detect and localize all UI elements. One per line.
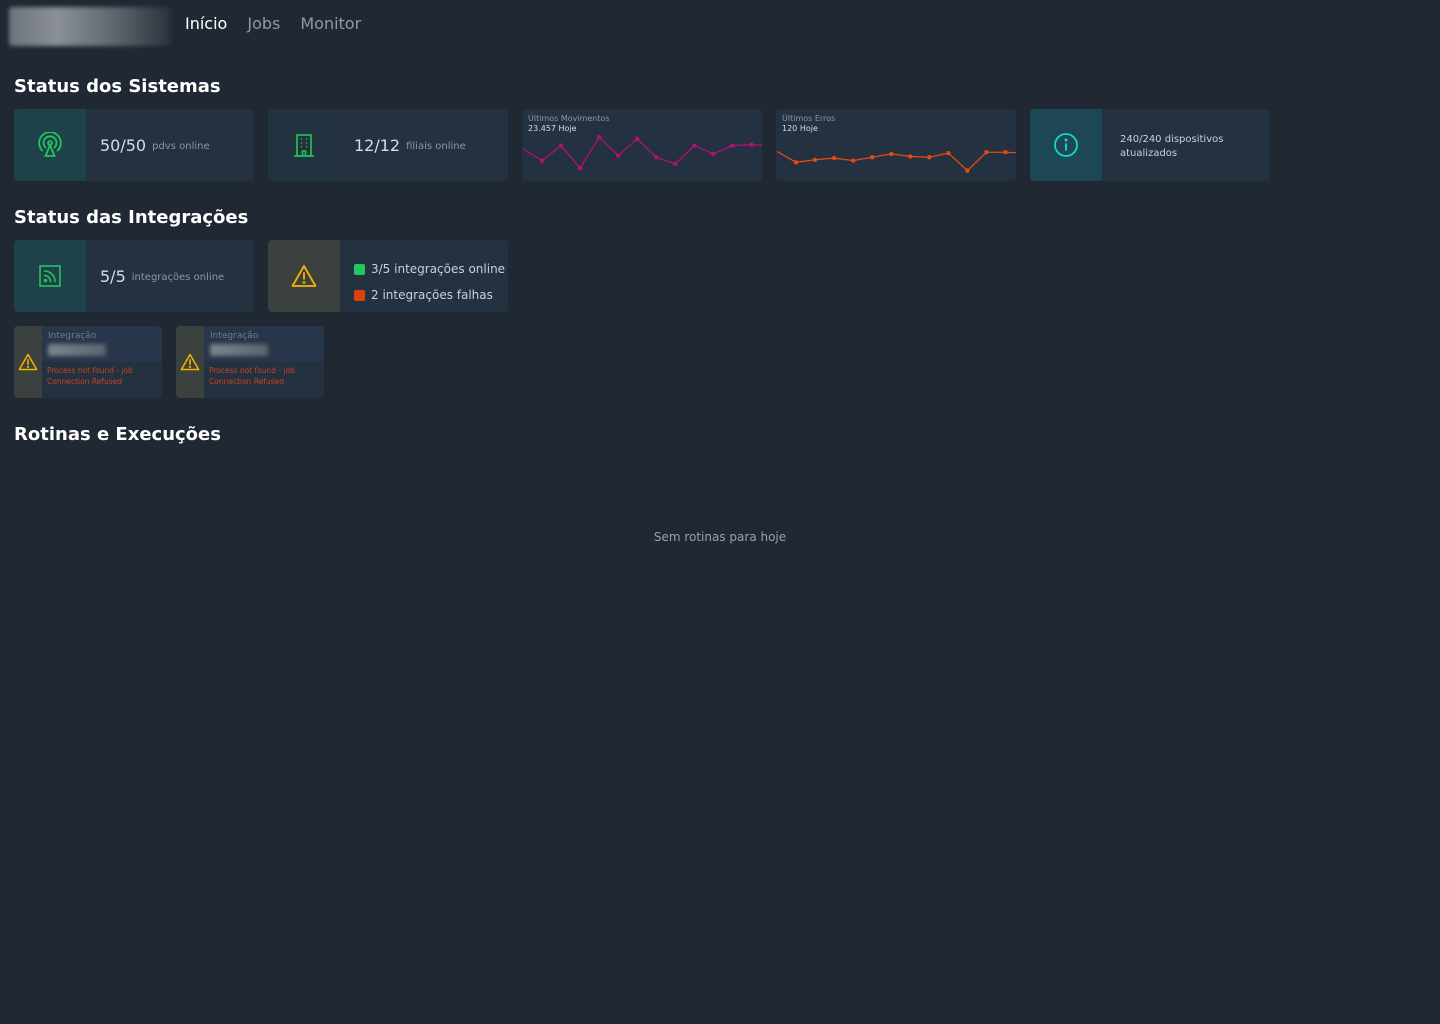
data-point[interactable]	[984, 150, 989, 155]
data-point[interactable]	[635, 136, 640, 142]
data-point[interactable]	[850, 158, 856, 163]
nav-item-monitor[interactable]: Monitor	[300, 14, 361, 34]
data-point[interactable]	[596, 134, 602, 140]
data-point[interactable]	[793, 160, 799, 165]
card-movimentos-chart[interactable]: Últimos Movimentos 23.457 Hoje	[522, 109, 762, 181]
rotinas-empty-message: Sem rotinas para hoje	[653, 530, 787, 544]
legend-item-falhas: 2 integrações falhas	[354, 282, 505, 308]
filiais-label: filiais online	[406, 141, 466, 152]
card-dispositivos[interactable]: 240/240 dispositivos atualizados	[1030, 109, 1270, 181]
series-line	[522, 136, 762, 170]
data-point[interactable]	[558, 143, 564, 148]
pdvs-value: 50/50	[100, 135, 147, 155]
legend-swatch-falhas	[354, 289, 365, 301]
data-point[interactable]	[889, 151, 894, 157]
integracao-errors: Process not found - job Connection Refus…	[47, 365, 133, 387]
filiais-value: 12/12	[354, 135, 401, 155]
error-message: Connection Refused	[47, 377, 122, 386]
data-point[interactable]	[749, 142, 754, 147]
rss-icon	[14, 240, 86, 312]
data-point[interactable]	[539, 158, 545, 163]
movimentos-title: Últimos Movimentos	[528, 114, 610, 123]
data-point[interactable]	[812, 157, 818, 162]
info-icon	[1030, 109, 1102, 181]
main-nav: Início Jobs Monitor	[185, 14, 361, 34]
data-point[interactable]	[711, 151, 716, 157]
card-integracoes-online[interactable]: 5/5 integrações online	[14, 240, 254, 312]
series-line	[776, 150, 1016, 172]
building-icon	[268, 109, 340, 181]
nav-item-inicio[interactable]: Início	[185, 14, 227, 34]
dispositivos-text: 240/240 dispositivos atualizados	[1120, 134, 1224, 159]
integracoes-legend: 3/5 integrações online 2 integrações fal…	[354, 256, 505, 308]
data-point[interactable]	[692, 143, 697, 148]
data-point[interactable]	[965, 168, 970, 173]
top-bar: Início Jobs Monitor	[0, 0, 1440, 50]
card-pdvs[interactable]: 50/50 pdvs online	[14, 109, 254, 181]
error-message: Process not found - job	[209, 366, 295, 375]
legend-swatch-online	[354, 263, 365, 275]
integracao-errors: Process not found - job Connection Refus…	[209, 365, 295, 387]
card-filiais[interactable]: 12/12 filiais online	[268, 109, 508, 181]
legend-label-falhas: 2 integrações falhas	[371, 288, 493, 302]
erros-title: Últimos Erros	[782, 114, 836, 123]
error-message: Process not found - job	[47, 366, 133, 375]
integracoes-label: integrações online	[131, 272, 225, 283]
section-title-sistemas: Status dos Sistemas	[14, 76, 221, 97]
data-point[interactable]	[616, 153, 621, 158]
movimentos-subtitle: 23.457 Hoje	[528, 124, 577, 133]
section-title-rotinas: Rotinas e Execuções	[14, 424, 221, 445]
integracao-name-redacted	[48, 344, 106, 356]
integracao-name-redacted	[210, 344, 268, 356]
integracao-falha-card[interactable]: Integração Process not found - job Conne…	[14, 326, 162, 398]
warning-icon	[14, 326, 42, 398]
data-point[interactable]	[831, 155, 837, 161]
integracao-header: Integração	[204, 326, 324, 362]
data-point[interactable]	[927, 155, 932, 160]
data-point[interactable]	[730, 143, 735, 148]
error-message: Connection Refused	[209, 377, 284, 386]
data-point[interactable]	[870, 155, 875, 160]
legend-item-online: 3/5 integrações online	[354, 256, 505, 282]
legend-label-online: 3/5 integrações online	[371, 262, 506, 276]
data-point[interactable]	[654, 155, 659, 160]
nav-item-jobs[interactable]: Jobs	[247, 14, 280, 34]
pdvs-label: pdvs online	[152, 141, 210, 152]
integracao-label: Integração	[48, 331, 97, 341]
card-integracoes-status[interactable]: 3/5 integrações online 2 integrações fal…	[268, 240, 508, 312]
card-erros-chart[interactable]: Últimos Erros 120 Hoje	[776, 109, 1016, 181]
data-point[interactable]	[673, 161, 678, 167]
section-title-integracoes: Status das Integrações	[14, 207, 249, 228]
data-point[interactable]	[908, 154, 913, 159]
integracoes-value: 5/5	[100, 266, 126, 286]
warning-icon	[268, 240, 340, 312]
integracao-falha-card[interactable]: Integração Process not found - job Conne…	[176, 326, 324, 398]
data-point[interactable]	[946, 150, 951, 156]
data-point[interactable]	[1003, 150, 1008, 155]
erros-subtitle: 120 Hoje	[782, 124, 818, 133]
logo[interactable]	[9, 7, 171, 46]
data-point[interactable]	[577, 165, 583, 171]
integracao-header: Integração	[42, 326, 162, 362]
warning-icon	[176, 326, 204, 398]
wifi-tower-icon	[14, 109, 86, 181]
integracao-label: Integração	[210, 331, 259, 341]
